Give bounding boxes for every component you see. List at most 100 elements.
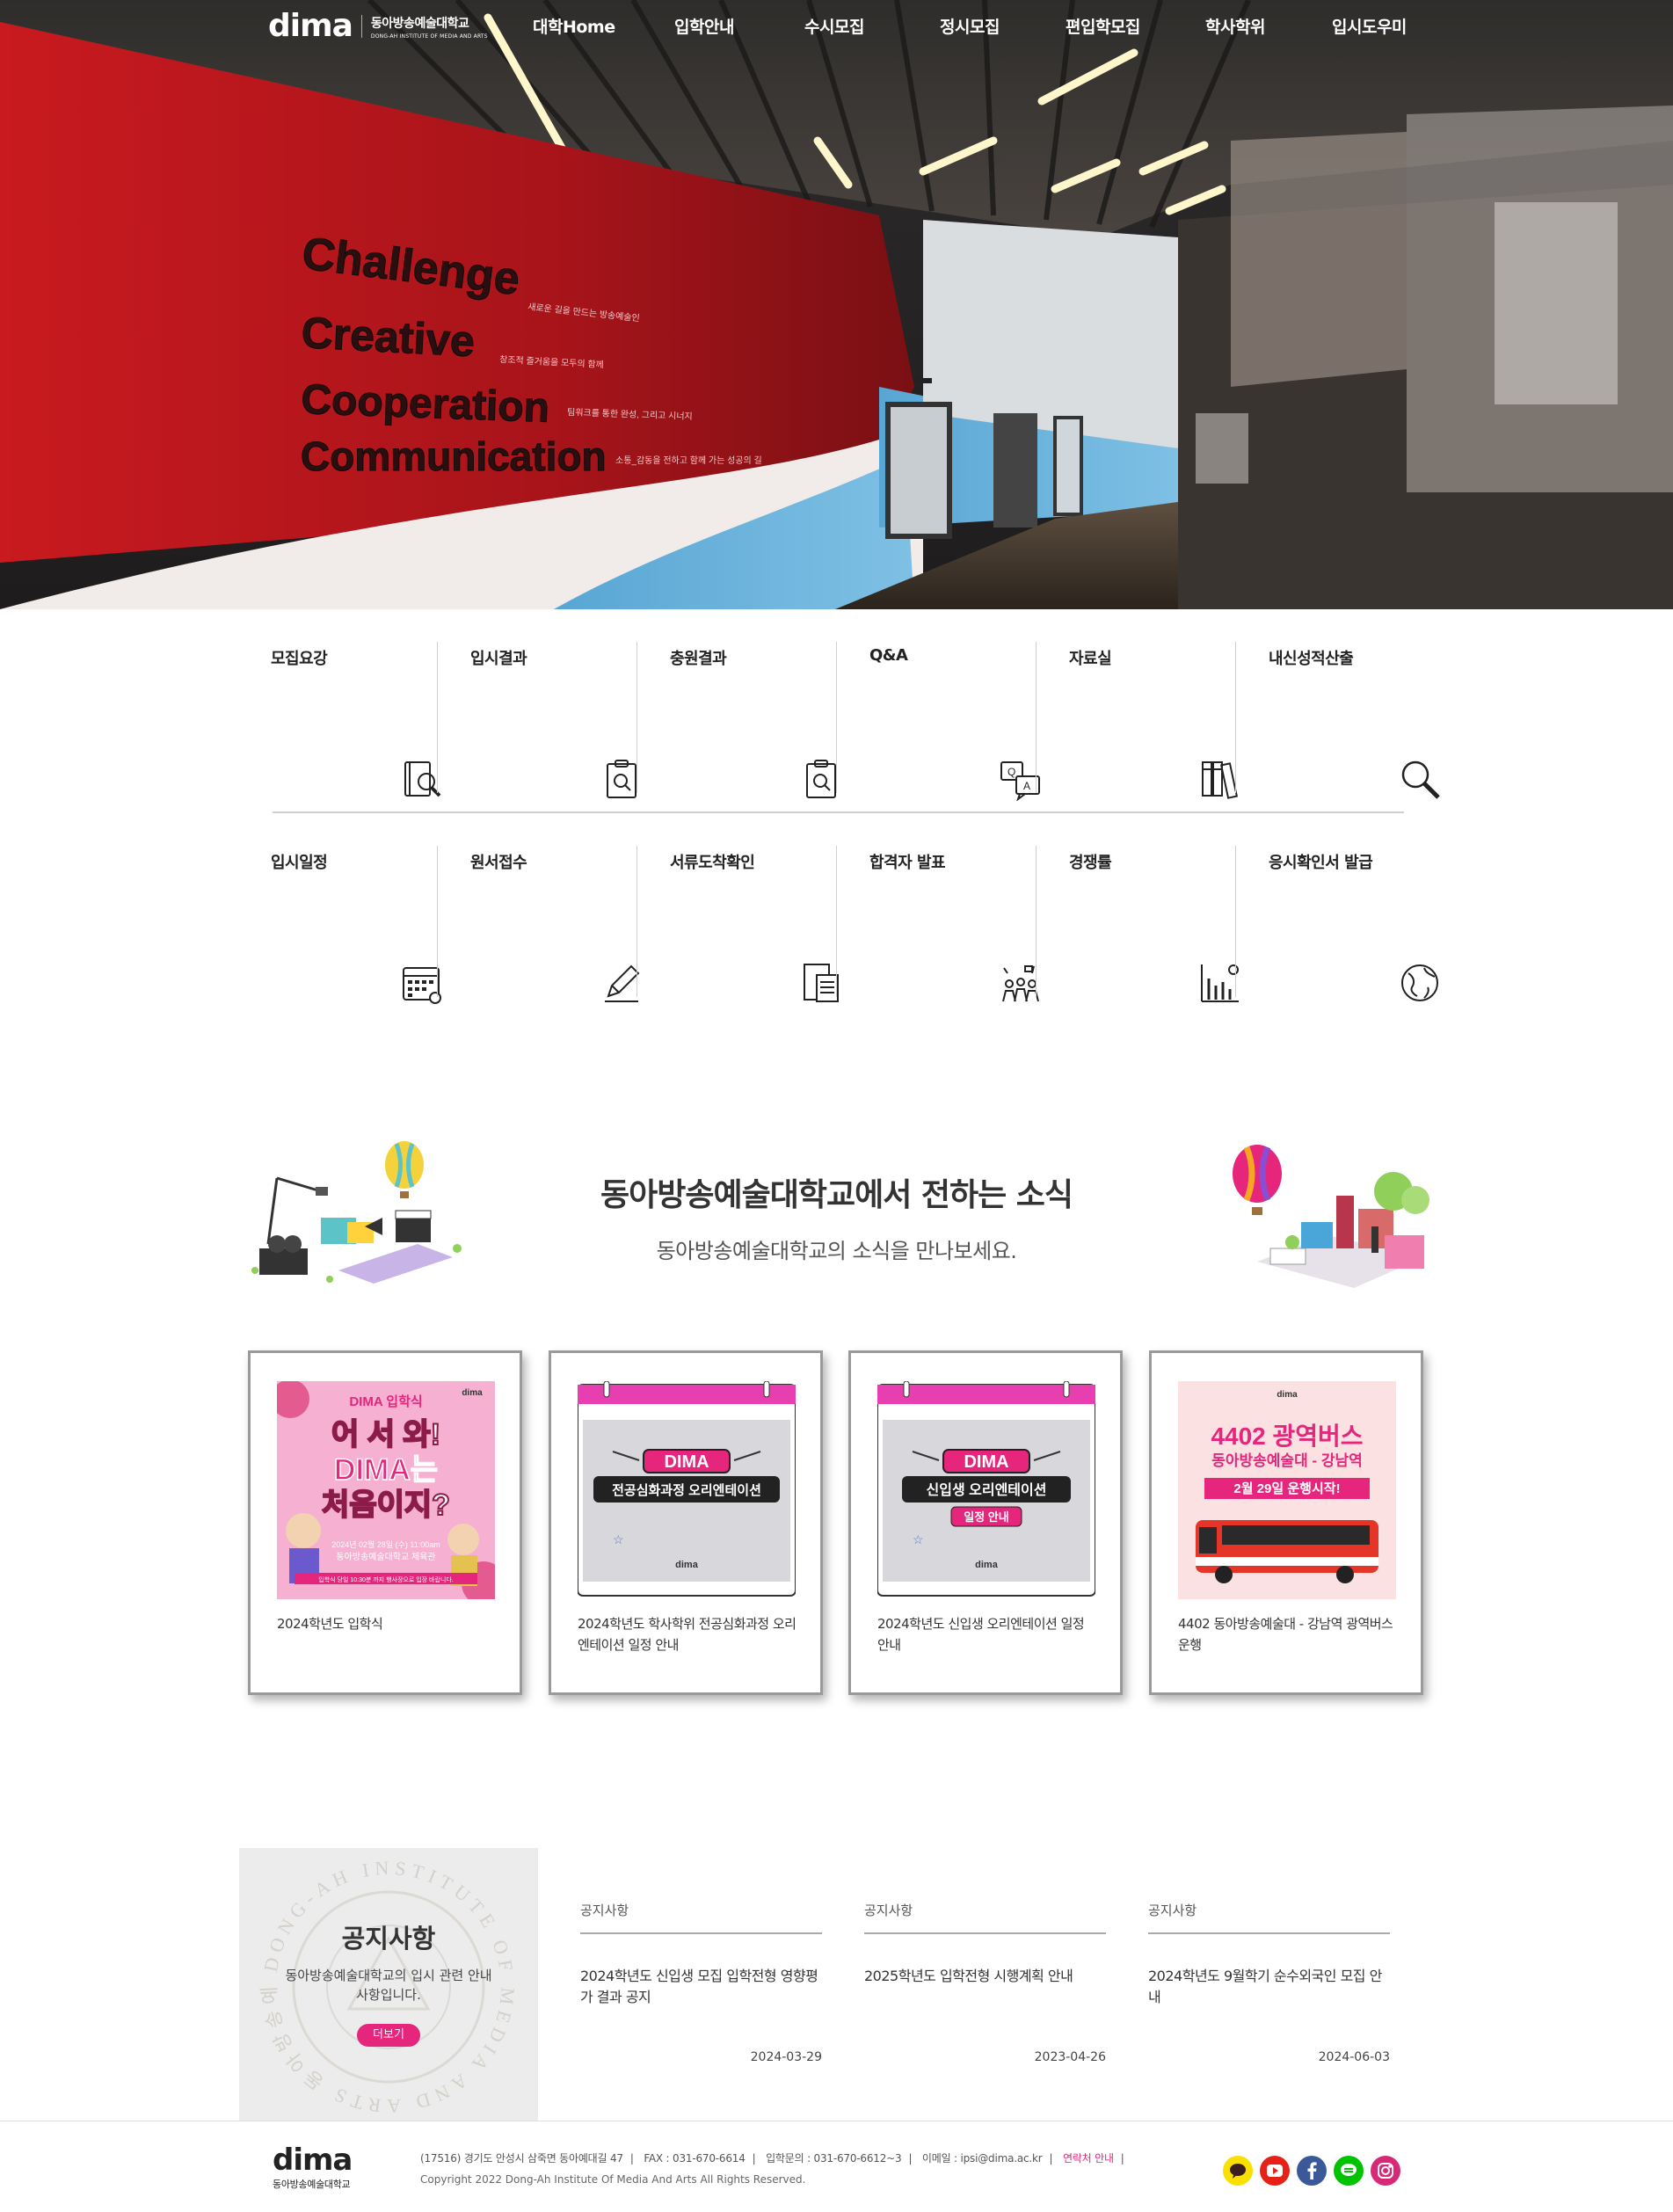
news-thumbnail: DIMA 신입생 오리엔테이션 일정 안내 dima ☆ bbox=[877, 1381, 1095, 1599]
news-caption: 2024학년도 신입생 오리엔테이션 일정 안내 bbox=[877, 1616, 1085, 1653]
globe-icon bbox=[1401, 964, 1438, 1001]
footer-address: (17516) 경기도 안성시 삼죽면 동아예대길 47 bbox=[420, 2152, 623, 2165]
poster-badge: DIMA bbox=[664, 1452, 709, 1472]
quick-resources[interactable]: 자료실 bbox=[1069, 646, 1269, 803]
logo-wordmark: dima bbox=[268, 8, 353, 44]
poster-headline: 4402 광역버스 bbox=[1211, 1423, 1363, 1450]
hero-corridor-image: Challenge Creative Cooperation Communica… bbox=[0, 0, 1673, 609]
divider bbox=[437, 846, 438, 997]
news-thumbnail: DIMA 입학식 어 서 와! DIMA는 처음이지? 2024년 02월 28… bbox=[277, 1381, 495, 1599]
quick-application[interactable]: 원서접수 bbox=[470, 850, 670, 1007]
instagram-icon[interactable] bbox=[1371, 2156, 1400, 2186]
news-card[interactable]: DIMA 신입생 오리엔테이션 일정 안내 dima ☆ 2024학년도 신입생… bbox=[848, 1350, 1123, 1695]
notice-date: 2024-06-03 bbox=[1318, 2050, 1390, 2064]
poster-note: 입학식 당일 10:30분 까지 행사장으로 입장 바랍니다. bbox=[318, 1575, 454, 1583]
kakaotalk-icon[interactable] bbox=[1223, 2156, 1253, 2186]
campus-buildings-illustration bbox=[1233, 1145, 1429, 1288]
poster-logo: dima bbox=[462, 1388, 483, 1398]
notice-item[interactable]: 공지사항 2024학년도 신입생 모집 입학전형 영향평가 결과 공지 2024… bbox=[580, 1901, 822, 2064]
quick-label: Q&A bbox=[869, 646, 908, 665]
divider bbox=[1036, 846, 1037, 997]
notice-date: 2023-04-26 bbox=[1034, 2050, 1106, 2064]
divider bbox=[636, 642, 637, 793]
quick-label: 원서접수 bbox=[470, 854, 527, 872]
quick-label: 경쟁률 bbox=[1069, 854, 1112, 872]
poster-badge: DIMA bbox=[964, 1452, 1008, 1472]
quick-admission-results[interactable]: 입시결과 bbox=[470, 646, 670, 803]
quick-label: 충원결과 bbox=[670, 650, 727, 668]
footer-contact-link[interactable]: 연락처 안내 bbox=[1063, 2152, 1114, 2165]
quick-result-announcement[interactable]: 합격자 발표 bbox=[869, 850, 1069, 1007]
site-logo[interactable]: dima 동아방송예술대학교 DONG-AH INSTITUTE OF MEDI… bbox=[268, 11, 488, 42]
footer-contact-info: (17516) 경기도 안성시 삼죽면 동아예대길 47 | FAX : 031-… bbox=[420, 2152, 1124, 2165]
hero-banner: Challenge Creative Cooperation Communica… bbox=[0, 0, 1673, 609]
quick-label: 합격자 발표 bbox=[869, 854, 946, 872]
poster-route: 동아방송예술대 - 강남역 bbox=[1211, 1452, 1363, 1469]
line-icon[interactable] bbox=[1334, 2156, 1364, 2186]
news-card[interactable]: DIMA 입학식 어 서 와! DIMA는 처음이지? 2024년 02월 28… bbox=[248, 1350, 522, 1695]
quick-label: 응시확인서 발급 bbox=[1269, 854, 1373, 872]
quick-competition-rate[interactable]: 경쟁률 bbox=[1069, 850, 1269, 1007]
nav-transfer-admission[interactable]: 편입학모집 bbox=[1066, 14, 1140, 38]
notice-item-title: 2024학년도 9월학기 순수외국인 모집 안내 bbox=[1148, 1968, 1382, 2005]
poster-banner: 전공심화과정 오리엔테이션 bbox=[612, 1482, 761, 1498]
nav-early-admission[interactable]: 수시모집 bbox=[804, 14, 864, 38]
news-caption: 2024학년도 학사학위 전공심화과정 오리엔테이션 일정 안내 bbox=[578, 1616, 796, 1653]
quick-exam-certificate[interactable]: 응시확인서 발급 bbox=[1269, 850, 1468, 1007]
notice-item[interactable]: 공지사항 2025학년도 입학전형 시행계획 안내 2023-04-26 bbox=[864, 1901, 1106, 2064]
poster-headline-3: 처음이지? bbox=[322, 1488, 450, 1522]
logo-english-name: DONG-AH INSTITUTE OF MEDIA AND ARTS bbox=[370, 33, 488, 40]
quick-additional-results[interactable]: 충원결과 bbox=[670, 646, 869, 803]
facebook-icon[interactable] bbox=[1297, 2156, 1327, 2186]
quick-admission-schedule[interactable]: 입시일정 bbox=[271, 850, 470, 1007]
quick-label: 입시일정 bbox=[271, 854, 328, 872]
quick-recruitment-guide[interactable]: 모집요강 bbox=[271, 646, 470, 803]
notice-item[interactable]: 공지사항 2024학년도 9월학기 순수외국인 모집 안내 2024-06-03 bbox=[1148, 1901, 1390, 2064]
orientation-poster-major: DIMA 전공심화과정 오리엔테이션 dima ☆ bbox=[578, 1381, 796, 1599]
news-card[interactable]: DIMA 전공심화과정 오리엔테이션 dima ☆ 2024학년도 학사학위 전… bbox=[549, 1350, 823, 1695]
footer-logo[interactable]: dima 동아방송예술대학교 bbox=[273, 2143, 353, 2191]
notice-description: 동아방송예술대학교의 입시 관련 안내사항입니다. bbox=[285, 1968, 492, 2003]
entrance-ceremony-poster: DIMA 입학식 어 서 와! DIMA는 처음이지? 2024년 02월 28… bbox=[277, 1381, 495, 1599]
notice-category: 공지사항 bbox=[864, 1901, 1106, 1934]
poster-place: 동아방송예술대학교 체육관 bbox=[336, 1552, 435, 1562]
logo-divider bbox=[360, 15, 362, 38]
quick-qna[interactable]: Q&A Q A bbox=[869, 646, 1069, 803]
svg-text:☆: ☆ bbox=[913, 1532, 924, 1546]
svg-text:Creative: Creative bbox=[300, 308, 476, 366]
svg-text:Q: Q bbox=[1007, 766, 1015, 778]
bus-route-poster: dima 4402 광역버스 동아방송예술대 - 강남역 2월 29일 운행시작… bbox=[1178, 1381, 1396, 1599]
nav-regular-admission[interactable]: 정시모집 bbox=[940, 14, 1000, 38]
news-subtitle: 동아방송예술대학교의 소식을 만나보세요. bbox=[656, 1239, 1017, 1263]
footer-logo-wordmark: dima bbox=[273, 2143, 353, 2178]
nav-university-home[interactable]: 대학Home bbox=[533, 14, 615, 38]
svg-text:☆: ☆ bbox=[613, 1532, 624, 1546]
orientation-poster-freshman: DIMA 신입생 오리엔테이션 일정 안내 dima ☆ bbox=[877, 1381, 1095, 1599]
quick-grade-calculator[interactable]: 내신성적산출 bbox=[1269, 646, 1468, 803]
notice-category: 공지사항 bbox=[580, 1901, 822, 1934]
top-navigation: dima 동아방송예술대학교 DONG-AH INSTITUTE OF MEDI… bbox=[0, 0, 1673, 51]
news-card[interactable]: dima 4402 광역버스 동아방송예술대 - 강남역 2월 29일 운행시작… bbox=[1149, 1350, 1423, 1695]
footer-email: 이메일 : ipsi@dima.ac.kr bbox=[921, 2152, 1043, 2165]
notice-more-button[interactable]: 더보기 bbox=[357, 2024, 420, 2047]
nav-admission-guide[interactable]: 입학안내 bbox=[674, 14, 734, 38]
notice-date: 2024-03-29 bbox=[750, 2050, 822, 2064]
poster-logo: dima bbox=[675, 1560, 699, 1570]
divider bbox=[1036, 642, 1037, 793]
quick-label: 내신성적산출 bbox=[1269, 650, 1354, 668]
poster-sub: 일정 안내 bbox=[964, 1510, 1008, 1524]
quick-label: 입시결과 bbox=[470, 650, 527, 668]
youtube-icon[interactable] bbox=[1260, 2156, 1290, 2186]
quick-document-check[interactable]: 서류도착확인 bbox=[670, 850, 869, 1007]
nav-admission-helper[interactable]: 입시도우미 bbox=[1332, 14, 1407, 38]
news-caption: 4402 동아방송예술대 - 강남역 광역버스 운행 bbox=[1178, 1616, 1393, 1653]
svg-text:A: A bbox=[1023, 780, 1030, 792]
notice-title: 공지사항 bbox=[341, 1924, 436, 1954]
quick-label: 서류도착확인 bbox=[670, 854, 755, 872]
news-thumbnail: DIMA 전공심화과정 오리엔테이션 dima ☆ bbox=[578, 1381, 796, 1599]
poster-headline-2: DIMA는 bbox=[334, 1453, 438, 1487]
news-title: 동아방송예술대학교에서 전하는 소식 bbox=[600, 1177, 1073, 1213]
nav-bachelor-degree[interactable]: 학사학위 bbox=[1205, 14, 1265, 38]
quick-label: 모집요강 bbox=[271, 650, 328, 668]
poster-start: 2월 29일 운행시작! bbox=[1233, 1481, 1340, 1496]
